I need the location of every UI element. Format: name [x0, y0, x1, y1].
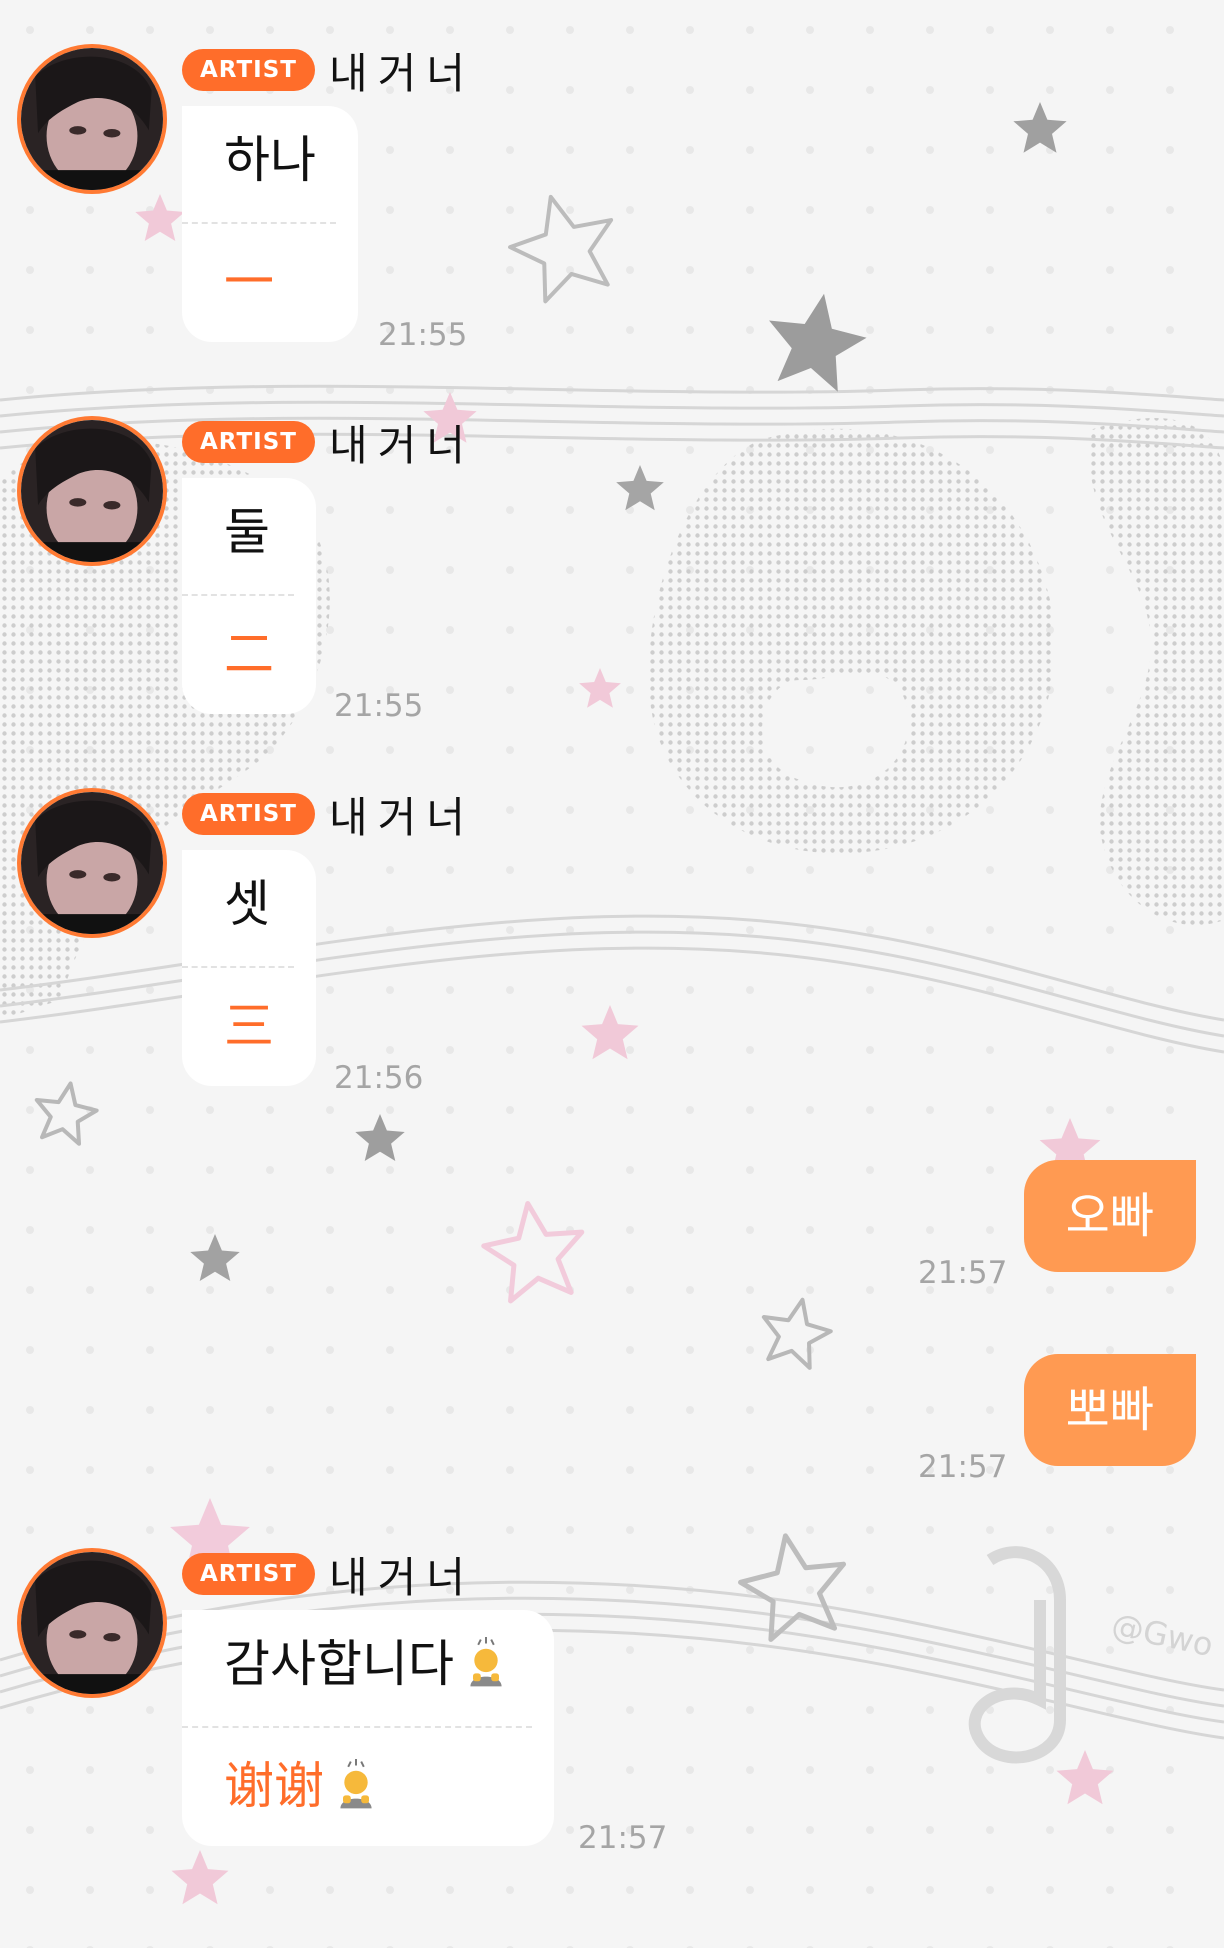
- message-bubble[interactable]: 셋 三: [182, 850, 316, 1086]
- message-time: 21:57: [918, 1449, 1008, 1485]
- sender-name[interactable]: 내거너: [329, 784, 475, 845]
- message-text: 하나: [224, 131, 316, 189]
- translation-text: 谢谢: [182, 1728, 554, 1846]
- avatar-image: [21, 1552, 163, 1694]
- translation-text-content: 谢谢: [224, 1757, 324, 1815]
- message-bubble[interactable]: 둘 二: [182, 478, 316, 714]
- message-bubble[interactable]: 하나 一: [182, 106, 358, 342]
- artist-badge: ARTIST: [182, 1553, 315, 1595]
- artist-avatar[interactable]: [17, 44, 167, 194]
- translation-text: 二: [224, 625, 274, 683]
- artist-badge: ARTIST: [182, 793, 315, 835]
- translation-text: 三: [224, 997, 274, 1055]
- message-time: 21:57: [578, 1820, 668, 1856]
- message-time: 21:57: [918, 1255, 1008, 1291]
- message-header: ARTIST 내거너: [182, 790, 475, 842]
- message-text: 둘: [224, 503, 270, 561]
- message-header: ARTIST 내거너: [182, 46, 475, 98]
- artist-avatar[interactable]: [17, 788, 167, 938]
- avatar-image: [21, 420, 163, 562]
- message-time: 21:55: [334, 688, 424, 724]
- message-header: ARTIST 내거너: [182, 418, 475, 470]
- outgoing-message-bubble[interactable]: 오빠: [1023, 1160, 1196, 1272]
- artist-badge: ARTIST: [182, 49, 315, 91]
- artist-avatar[interactable]: [17, 1548, 167, 1698]
- sender-name[interactable]: 내거너: [329, 412, 475, 473]
- message-text-content: 감사합니다: [224, 1635, 454, 1693]
- message-bubble[interactable]: 감사합니다 谢谢: [182, 1610, 554, 1846]
- message-time: 21:56: [334, 1060, 424, 1096]
- message-text: 감사합니다: [182, 1610, 554, 1726]
- avatar-image: [21, 48, 163, 190]
- artist-badge: ARTIST: [182, 421, 315, 463]
- artist-avatar[interactable]: [17, 416, 167, 566]
- person-bowing-icon: [470, 1637, 502, 1687]
- message-header: ARTIST 내거너: [182, 1550, 475, 1602]
- outgoing-message-bubble[interactable]: 뽀빠: [1023, 1354, 1196, 1466]
- sender-name[interactable]: 내거너: [329, 1544, 475, 1605]
- message-text: 셋: [224, 875, 270, 933]
- message-time: 21:55: [378, 317, 468, 353]
- sender-name[interactable]: 내거너: [329, 40, 475, 101]
- avatar-image: [21, 792, 163, 934]
- translation-text: 一: [224, 253, 274, 311]
- person-bowing-icon: [340, 1759, 372, 1809]
